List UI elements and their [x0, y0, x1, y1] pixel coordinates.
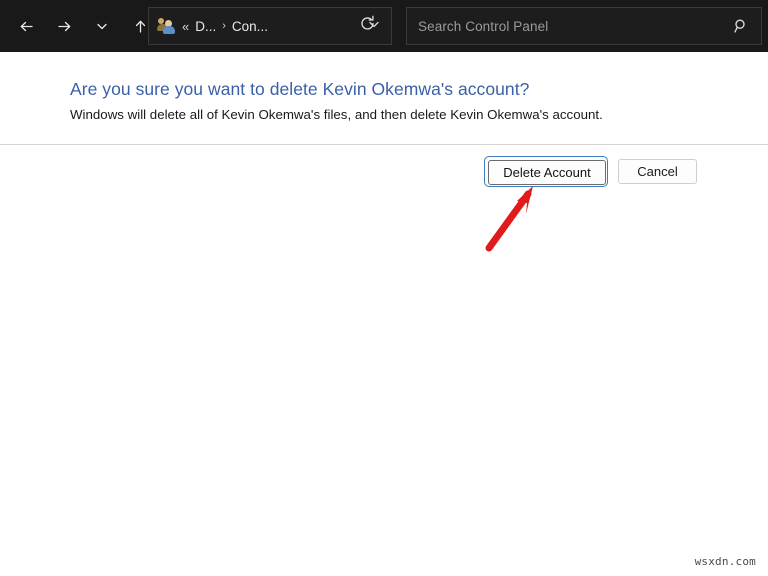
annotation-arrow [470, 175, 560, 265]
chevron-down-icon [95, 19, 109, 33]
delete-account-button-label: Delete Account [488, 160, 606, 185]
forward-button[interactable] [50, 11, 78, 41]
search-control-panel-box[interactable]: Search Control Panel [406, 7, 762, 45]
search-icon[interactable] [733, 18, 749, 34]
back-button[interactable] [12, 11, 40, 41]
button-row: Delete Account Cancel [0, 156, 768, 186]
breadcrumb-segment-2[interactable]: Con... [232, 19, 268, 34]
arrow-right-icon [56, 18, 73, 35]
search-input[interactable]: Search Control Panel [418, 19, 548, 34]
user-accounts-icon [157, 17, 175, 35]
page-title: Are you sure you want to delete Kevin Ok… [70, 79, 529, 100]
refresh-button[interactable] [355, 14, 379, 38]
breadcrumb-segment-1[interactable]: D... [195, 19, 216, 34]
breadcrumb-separator-icon[interactable]: › [222, 20, 226, 32]
recent-locations-button[interactable] [88, 11, 116, 41]
cancel-button[interactable]: Cancel [618, 159, 697, 184]
arrow-up-icon [132, 18, 149, 35]
watermark: wsxdn.com [695, 555, 756, 568]
control-panel-content: Are you sure you want to delete Kevin Ok… [0, 52, 768, 576]
refresh-icon [359, 15, 376, 37]
horizontal-divider [0, 144, 768, 145]
confirmation-description: Windows will delete all of Kevin Okemwa'… [70, 107, 603, 122]
arrow-left-icon [18, 18, 35, 35]
delete-account-button[interactable]: Delete Account [484, 156, 608, 187]
breadcrumb-overflow-indicator[interactable]: « [182, 19, 189, 34]
